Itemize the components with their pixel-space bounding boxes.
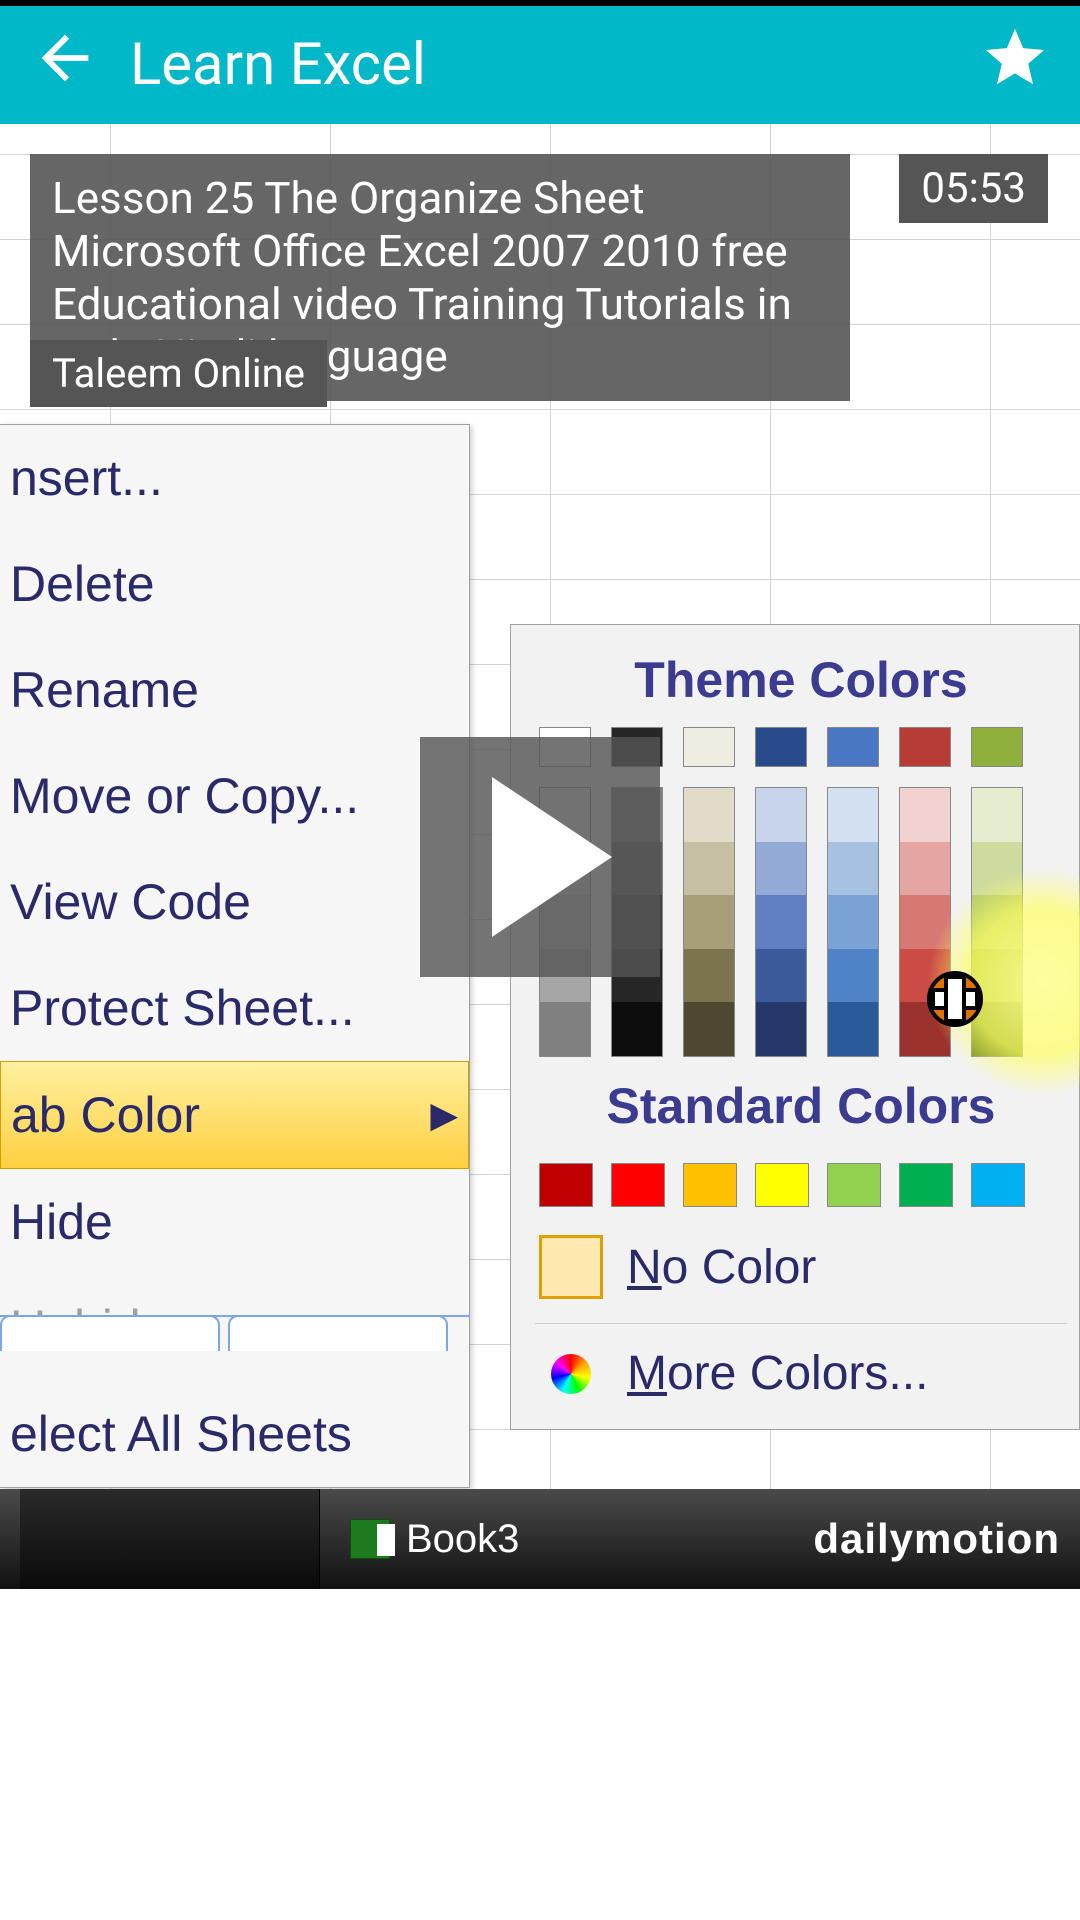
color-swatch: [755, 842, 807, 896]
play-icon: [492, 777, 612, 937]
color-swatch: [755, 949, 807, 1003]
video-thumbnail[interactable]: nsert...DeleteRenameMove or Copy...View …: [0, 124, 1080, 1589]
back-button[interactable]: [30, 23, 100, 108]
color-swatch: [827, 895, 879, 949]
cursor-plus-icon: [927, 971, 983, 1027]
color-swatch: [683, 727, 735, 767]
context-menu-item: Rename: [0, 637, 469, 743]
color-swatch: [971, 727, 1023, 767]
color-wheel-icon: [551, 1354, 591, 1394]
color-swatch: [971, 842, 1023, 896]
color-swatch: [899, 842, 951, 896]
taskbar-start-area: [20, 1489, 320, 1589]
color-swatch: [755, 727, 807, 767]
titlebar: Learn Excel: [0, 6, 1080, 124]
color-swatch: [755, 1002, 807, 1057]
context-menu-item: Hide: [0, 1169, 469, 1275]
color-swatch: [683, 949, 735, 1003]
color-swatch: [899, 787, 951, 842]
context-menu-item: View Code: [0, 849, 469, 955]
color-swatch: [971, 1163, 1025, 1207]
no-color-label: No Color: [627, 1240, 816, 1295]
color-swatch: [971, 787, 1023, 842]
shade-column: [683, 787, 735, 1057]
excel-app-icon: [350, 1519, 390, 1559]
standard-colors-heading: Standard Colors: [535, 1057, 1067, 1153]
more-colors-option: More Colors...: [535, 1323, 1067, 1411]
no-color-chip-icon: [539, 1235, 603, 1299]
sheet-tab: [228, 1315, 448, 1351]
context-menu-item: Move or Copy...: [0, 743, 469, 849]
color-swatch: [683, 1002, 735, 1057]
dailymotion-watermark: dailymotion: [813, 1515, 1060, 1563]
color-swatch: [827, 1002, 879, 1057]
color-swatch: [971, 895, 1023, 949]
color-swatch: [899, 727, 951, 767]
color-swatch: [683, 895, 735, 949]
color-swatch: [755, 1163, 809, 1207]
more-colors-label: More Colors...: [627, 1346, 928, 1401]
color-swatch: [827, 842, 879, 896]
context-menu-item: nsert...: [0, 425, 469, 531]
video-channel-badge: Taleem Online: [30, 340, 327, 407]
color-swatch: [899, 895, 951, 949]
sheet-tabs-sliver: [0, 1315, 470, 1351]
shade-column: [827, 787, 879, 1057]
page-title: Learn Excel: [130, 31, 980, 99]
color-swatch: [755, 895, 807, 949]
color-swatch: [611, 1163, 665, 1207]
context-menu-item: Delete: [0, 531, 469, 637]
color-swatch: [827, 787, 879, 842]
color-swatch: [683, 842, 735, 896]
shade-column: [971, 787, 1023, 1057]
color-swatch: [611, 1002, 663, 1057]
content-area-below: [0, 1589, 1080, 1920]
sheet-tab: [0, 1315, 220, 1351]
color-swatch: [827, 727, 879, 767]
context-menu-item: ab Color▶: [0, 1061, 469, 1169]
color-swatch: [827, 1163, 881, 1207]
color-swatch: [539, 1002, 591, 1057]
favorite-button[interactable]: [980, 23, 1050, 108]
context-menu-item: elect All Sheets: [0, 1381, 469, 1487]
windows-taskbar: Book3 dailymotion: [0, 1489, 1080, 1589]
color-swatch: [827, 949, 879, 1003]
taskbar-document-name: Book3: [406, 1517, 813, 1562]
context-menu-item: Protect Sheet...: [0, 955, 469, 1061]
color-swatch: [683, 787, 735, 842]
color-swatch: [899, 1163, 953, 1207]
color-swatch: [755, 787, 807, 842]
theme-colors-heading: Theme Colors: [535, 643, 1067, 727]
color-swatch: [683, 1163, 737, 1207]
no-color-option: No Color: [535, 1213, 1067, 1309]
video-duration-badge: 05:53: [899, 154, 1048, 223]
color-swatch: [539, 1163, 593, 1207]
shade-column: [755, 787, 807, 1057]
play-button[interactable]: [420, 737, 660, 977]
standard-color-row: [535, 1163, 1067, 1207]
